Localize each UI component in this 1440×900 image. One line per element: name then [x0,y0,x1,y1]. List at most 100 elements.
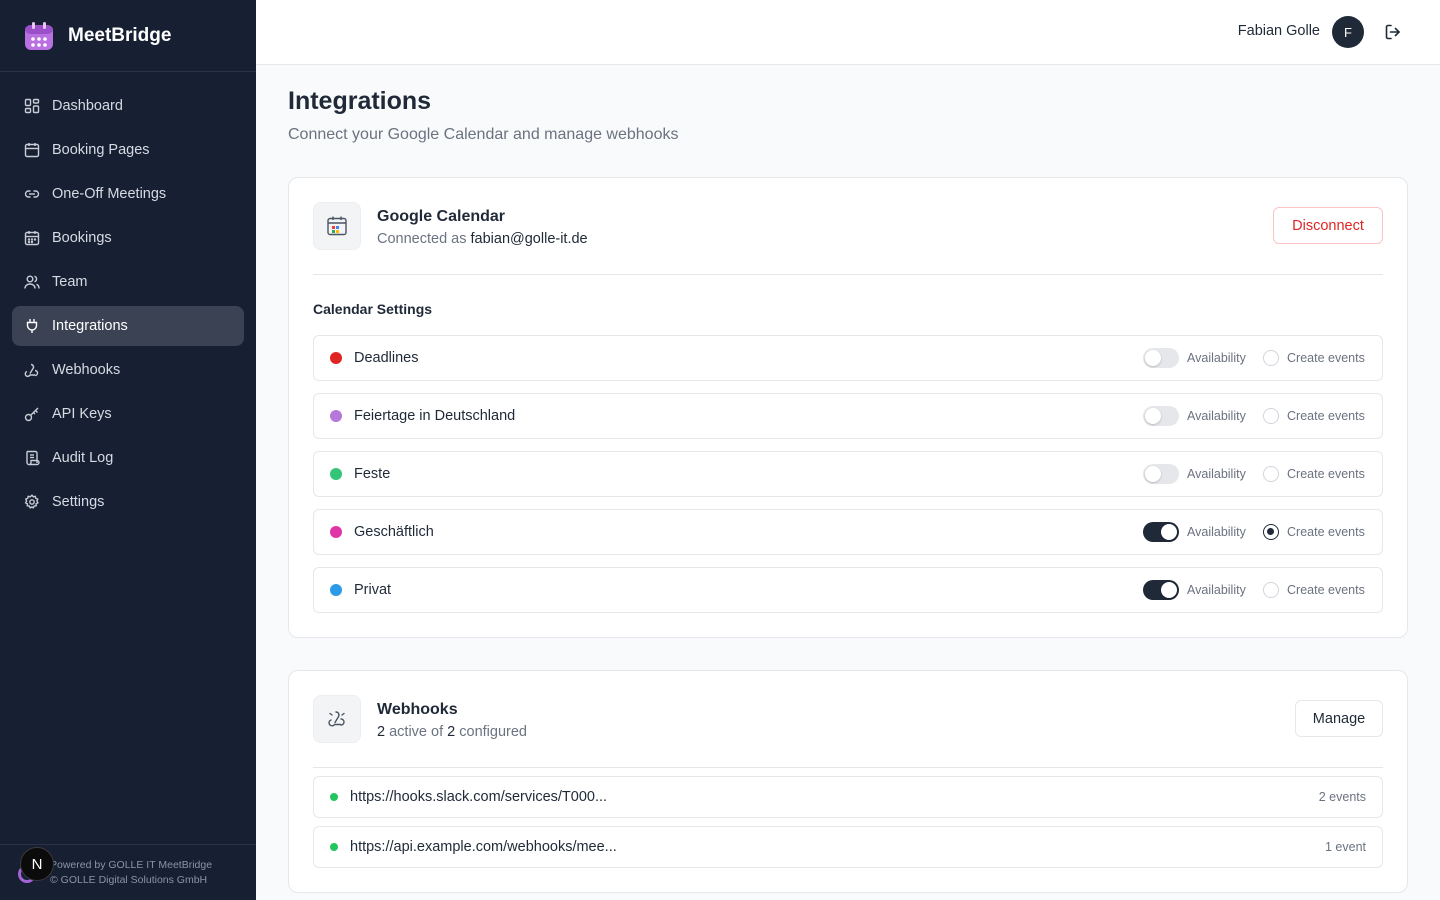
logout-icon[interactable] [1384,23,1402,41]
sidebar-item-label: Booking Pages [52,142,150,158]
sidebar: MeetBridge Dashboard Booking Pages One-O… [0,0,256,900]
availability-label: Availability [1187,351,1246,365]
configured-text: configured [459,724,527,740]
toggle-knob [1161,582,1177,598]
calendar-row: Deadlines Availability Create events [313,335,1383,381]
disconnect-button[interactable]: Disconnect [1273,207,1383,244]
webhook-url: https://hooks.slack.com/services/T000... [350,789,608,805]
calendar-name: Feiertage in Deutschland [354,408,516,424]
app-name: MeetBridge [68,24,172,46]
powered-by-text: Powered by GOLLE IT MeetBridge [50,859,213,871]
calendar-color-dot [330,410,342,422]
google-calendar-title: Google Calendar [377,208,506,225]
sidebar-item-booking-pages[interactable]: Booking Pages [12,130,244,170]
manage-button[interactable]: Manage [1295,700,1383,737]
create-events-label: Create events [1287,583,1365,597]
dev-tools-badge[interactable]: N [20,847,54,881]
google-calendar-header: Google Calendar Connected as fabian@goll… [313,202,1383,275]
sidebar-item-audit-log[interactable]: Audit Log [12,438,244,478]
availability-toggle[interactable] [1143,348,1179,368]
calendar-row: Feste Availability Create events [313,451,1383,497]
create-events-radio[interactable] [1263,350,1279,366]
sidebar-item-bookings[interactable]: Bookings [12,218,244,258]
availability-toggle[interactable] [1143,580,1179,600]
calendar-name: Deadlines [354,350,419,366]
sidebar-item-webhooks[interactable]: Webhooks [12,350,244,390]
webhooks-card: Webhooks 2 active of 2 configured Manage… [288,670,1408,893]
sidebar-item-label: Audit Log [52,450,114,466]
availability-toggle[interactable] [1143,522,1179,542]
toggle-knob [1161,524,1177,540]
calendar-settings-heading: Calendar Settings [313,301,433,317]
create-events-label: Create events [1287,351,1365,365]
webhook-icon [24,362,40,378]
calendar-name: Geschäftlich [354,524,434,540]
sidebar-item-one-off-meetings[interactable]: One-Off Meetings [12,174,244,214]
create-events-radio[interactable] [1263,466,1279,482]
configured-count: 2 [447,724,456,740]
calendar-color-dot [330,526,342,538]
top-bar: Fabian Golle F [256,0,1440,65]
sidebar-nav: Dashboard Booking Pages One-Off Meetings… [0,72,256,522]
google-calendar-icon [313,202,361,250]
sidebar-item-label: Dashboard [52,98,123,114]
sidebar-item-team[interactable]: Team [12,262,244,302]
create-events-label: Create events [1287,525,1365,539]
create-events-radio[interactable] [1263,582,1279,598]
availability-label: Availability [1187,467,1246,481]
brand[interactable]: MeetBridge [0,0,256,72]
webhook-icon [313,695,361,743]
webhook-status-dot [330,793,338,801]
key-icon [24,406,40,422]
calendar-row: Geschäftlich Availability Create events [313,509,1383,555]
availability-label: Availability [1187,409,1246,423]
connected-as-text: Connected as fabian@golle-it.de [377,231,588,247]
webhook-row[interactable]: https://hooks.slack.com/services/T000...… [313,776,1383,818]
users-icon [24,274,40,290]
connected-prefix: Connected as [377,231,467,247]
sidebar-item-integrations[interactable]: Integrations [12,306,244,346]
avatar[interactable]: F [1332,16,1364,48]
calendar-name: Privat [354,582,392,598]
main-content: Integrations Connect your Google Calenda… [288,65,1408,893]
webhooks-title: Webhooks [377,701,458,718]
active-of-text: active of [389,724,444,740]
calendar-color-dot [330,352,342,364]
gear-icon [24,494,40,510]
create-events-label: Create events [1287,409,1365,423]
toggle-knob [1145,466,1161,482]
toggle-knob [1145,350,1161,366]
webhook-row[interactable]: https://api.example.com/webhooks/mee... … [313,826,1383,868]
copyright-text: © GOLLE Digital Solutions GmbH [50,874,208,886]
create-events-radio[interactable] [1263,408,1279,424]
sidebar-item-settings[interactable]: Settings [12,482,244,522]
webhook-status-dot [330,843,338,851]
availability-toggle[interactable] [1143,406,1179,426]
sidebar-item-label: Settings [52,494,105,510]
plug-icon [24,318,40,334]
sidebar-item-dashboard[interactable]: Dashboard [12,86,244,126]
sidebar-item-label: Team [52,274,88,290]
toggle-knob [1145,408,1161,424]
create-events-label: Create events [1287,467,1365,481]
calendar-row: Privat Availability Create events [313,567,1383,613]
webhook-url: https://api.example.com/webhooks/mee... [350,839,617,855]
scroll-icon [24,450,40,466]
calendar-name: Feste [354,466,391,482]
link-icon [24,186,40,202]
sidebar-item-api-keys[interactable]: API Keys [12,394,244,434]
user-name: Fabian Golle [1237,23,1320,39]
webhooks-header: Webhooks 2 active of 2 configured Manage [313,695,1383,768]
connected-email: fabian@golle-it.de [470,231,588,247]
calendar-icon [24,142,40,158]
calendar-color-dot [330,468,342,480]
google-calendar-card: Google Calendar Connected as fabian@goll… [288,177,1408,638]
calendar-row: Feiertage in Deutschland Availability Cr… [313,393,1383,439]
active-count: 2 [377,724,386,740]
page-title: Integrations [288,87,432,115]
availability-label: Availability [1187,525,1246,539]
sidebar-item-label: Integrations [52,318,128,334]
create-events-radio[interactable] [1263,524,1279,540]
availability-toggle[interactable] [1143,464,1179,484]
sidebar-item-label: Bookings [52,230,112,246]
